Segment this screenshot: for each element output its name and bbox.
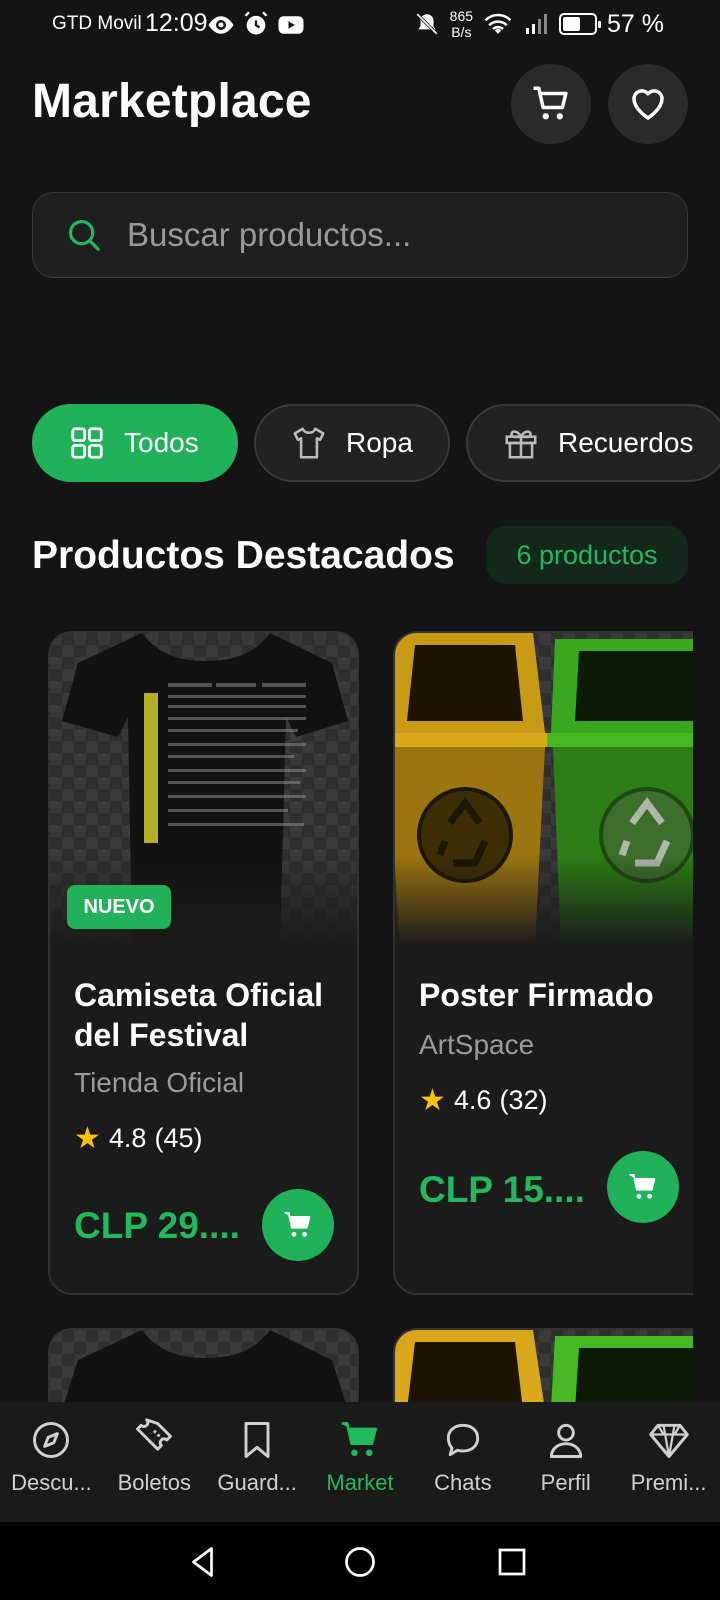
compass-icon [33,1422,70,1458]
product-name: Camiseta Oficial del Festival [74,977,323,1053]
tshirt-icon [293,427,325,459]
system-navigation-bar [0,1522,720,1600]
rating-value: 4.8 [108,1123,147,1153]
new-badge: NUEVO [67,885,171,929]
product-name: Poster Firmado [419,977,654,1013]
tshirt-image [50,1330,357,1408]
recycle-bins-image [395,633,693,945]
status-system-icons: 865 B/s 57 % [414,8,664,40]
chat-icon [446,1423,479,1457]
product-price: CLP 29.... [74,1205,240,1246]
review-count: (45) [154,1123,203,1153]
section-title: Productos Destacados [32,534,455,577]
silent-bell-icon [415,13,438,35]
cart-icon [284,1212,311,1237]
product-card-peek[interactable] [393,1328,693,1408]
recycle-bins-image [395,1330,693,1408]
search-icon [68,219,100,251]
product-card[interactable]: Poster Firmado ArtSpace ★ 4.6 (32) CLP 1… [393,631,693,1295]
cart-icon [533,86,568,120]
battery-icon [559,13,602,35]
clock: 12:09 [145,9,208,37]
status-bar: GTD Movil 12:09 865 B/s 57 % [0,0,720,50]
nav-label: Descu... [11,1470,92,1495]
status-notification-icons [206,10,306,40]
bookmark-icon [244,1422,270,1458]
product-rating: ★ 4.6 (32) [419,1083,547,1118]
chip-label: Todos [124,427,199,458]
nav-label: Market [326,1470,394,1495]
recycle-bins-illustration [395,1330,693,1408]
star-icon: ★ [74,1122,101,1155]
chip-label: Ropa [346,427,413,458]
signal-icon [526,14,548,34]
nav-boletos[interactable]: Boletos [103,1402,206,1522]
carrier-label: GTD Movil [52,13,142,34]
product-card[interactable]: NUEVO Camiseta Oficial del Festival Tien… [48,631,359,1295]
heart-icon [632,89,664,120]
back-icon[interactable] [186,1544,222,1580]
nav-label: Premi... [630,1470,707,1495]
cart-icon [629,1174,656,1199]
grid-icon [71,427,103,459]
nav-guardados[interactable]: Guard... [206,1402,309,1522]
star-icon: ★ [419,1084,446,1117]
nav-descubrir[interactable]: Descu... [0,1402,103,1522]
rating-value: 4.6 [453,1085,492,1115]
product-rating: ★ 4.8 (45) [74,1121,202,1156]
net-speed-value: 865 [449,8,474,24]
search-input[interactable] [127,216,627,254]
nav-label: Chats [434,1470,492,1495]
product-seller: Tienda Oficial [74,1067,245,1098]
cart-button[interactable] [511,64,591,144]
ticket-icon [136,1418,173,1451]
youtube-icon [278,16,304,34]
product-count-badge: 6 productos [486,526,688,584]
net-speed: 865 B/s [450,8,473,40]
recents-icon[interactable] [494,1544,530,1580]
chip-ropa[interactable]: Ropa [254,404,450,482]
chip-label: Recuerdos [558,427,694,458]
nav-market[interactable]: Market [309,1402,412,1522]
cart-icon [341,1422,377,1457]
nav-label: Perfil [540,1470,591,1495]
product-card-peek[interactable] [48,1328,359,1408]
home-icon[interactable] [342,1544,378,1580]
favorites-button[interactable] [608,64,688,144]
recycle-bins-illustration [395,633,693,945]
net-speed-unit: B/s [451,24,472,40]
nav-chats[interactable]: Chats [411,1402,514,1522]
chip-todos[interactable]: Todos [32,404,238,482]
category-chips: Todos Ropa Recuerdos [32,404,720,482]
bottom-navigation: Descu... Boletos Guard... Market Chats P… [0,1402,720,1522]
page-title: Marketplace [32,75,312,128]
nav-perfil[interactable]: Perfil [514,1402,617,1522]
alarm-icon [244,11,268,35]
eye-icon [208,16,234,34]
product-price: CLP 15.... [419,1169,585,1210]
search-bar[interactable] [32,192,688,278]
person-icon [549,1423,582,1458]
product-seller: ArtSpace [419,1029,535,1060]
wifi-icon [484,13,512,34]
battery-percent: 57 % [607,9,664,38]
diamond-icon [648,1423,689,1458]
review-count: (32) [499,1085,548,1115]
tshirt-illustration [62,1330,348,1408]
nav-premium[interactable]: Premi... [617,1402,720,1522]
nav-label: Guard... [217,1470,297,1495]
chip-recuerdos[interactable]: Recuerdos [466,404,720,482]
add-to-cart-button[interactable] [607,1151,679,1223]
nav-label: Boletos [117,1470,191,1495]
gift-icon [505,430,537,459]
add-to-cart-button[interactable] [262,1189,334,1261]
